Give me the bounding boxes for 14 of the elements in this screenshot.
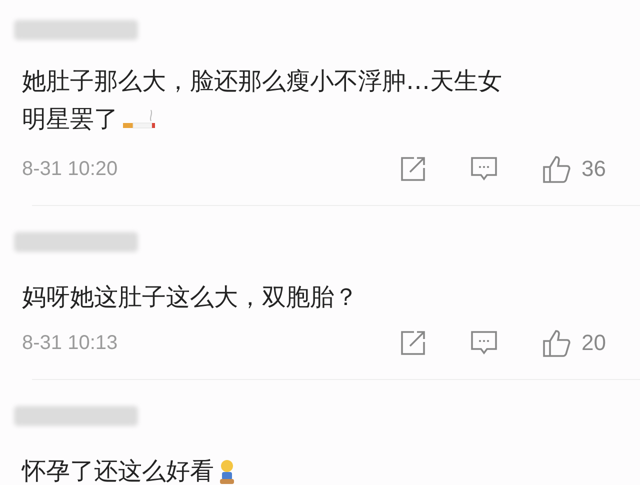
thumbs-up-icon[interactable] [542, 154, 572, 184]
share-icon[interactable] [400, 156, 426, 182]
share-icon[interactable] [400, 330, 426, 356]
comment-text: 妈呀她这肚子这么大，双胞胎？ [22, 282, 359, 313]
comment-text: 怀孕了还这么好看 [22, 452, 520, 485]
like-count: 20 [582, 329, 606, 357]
comment-icon[interactable] [470, 330, 498, 356]
comment-icon[interactable] [470, 156, 498, 182]
comment-text: 她肚子那么大，脸还那么瘦小不浮肿…天生女明星罢了 [22, 66, 503, 135]
thumbs-up-icon[interactable] [542, 328, 572, 358]
comment-time: 8-31 10:20 [22, 156, 118, 182]
comment-time: 8-31 10:13 [22, 330, 118, 356]
like-count: 36 [582, 155, 606, 183]
kneeling-figure-icon [218, 459, 236, 485]
